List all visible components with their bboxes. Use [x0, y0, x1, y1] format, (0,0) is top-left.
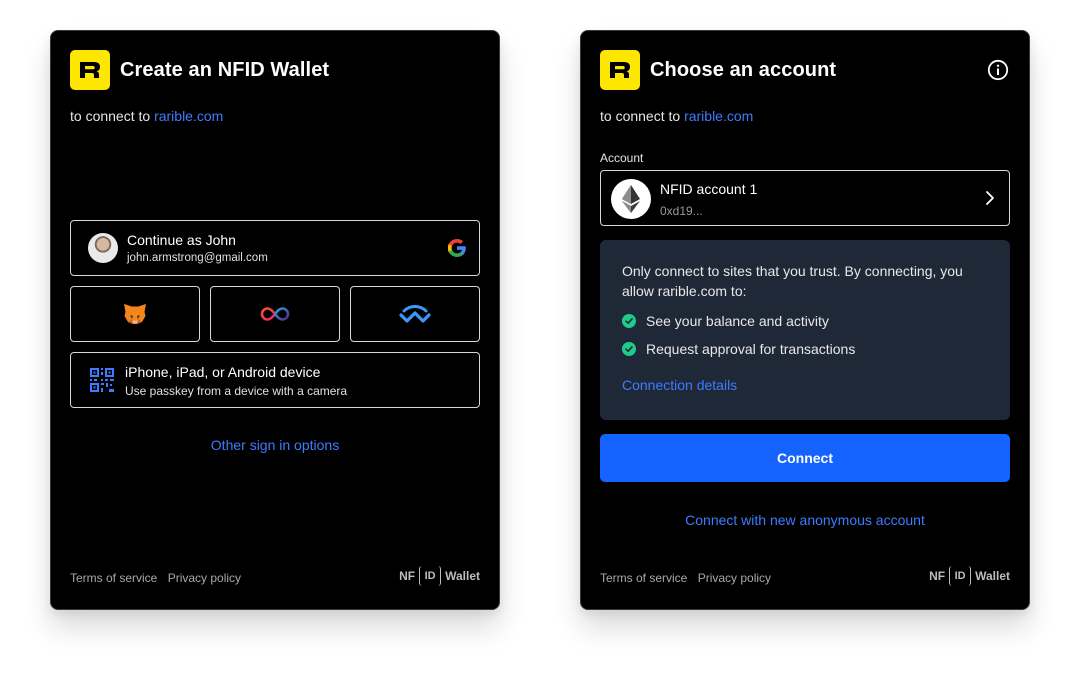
terms-of-service-link[interactable]: Terms of service [600, 571, 687, 585]
rarible-logo-icon [70, 50, 110, 90]
account-address: 0xd19... [660, 204, 703, 218]
subtitle-prefix: to connect to [70, 108, 151, 124]
rarible-logo-icon [600, 50, 640, 90]
page-title: Create an NFID Wallet [120, 59, 330, 81]
google-account-name: Continue as John [127, 232, 236, 248]
rarible-link[interactable]: rarible.com [684, 108, 753, 124]
connection-details-link[interactable]: Connection details [622, 377, 737, 393]
brand-id: ID [949, 566, 972, 586]
footer-links: Terms of service Privacy policy [600, 571, 778, 585]
other-sign-in-options-link[interactable]: Other sign in options [51, 437, 499, 453]
privacy-policy-link[interactable]: Privacy policy [698, 571, 771, 585]
device-subtitle: Use passkey from a device with a camera [125, 384, 348, 398]
nfid-wallet-logo: NF ID Wallet [399, 566, 480, 586]
footer-links: Terms of service Privacy policy [70, 571, 248, 585]
walletconnect-button[interactable] [350, 286, 480, 342]
metamask-button[interactable] [70, 286, 200, 342]
rarible-link[interactable]: rarible.com [154, 108, 223, 124]
walletconnect-icon [399, 305, 431, 323]
brand-id: ID [419, 566, 442, 586]
trust-text: Only connect to sites that you trust. By… [622, 263, 963, 299]
subtitle-prefix: to connect to [600, 108, 681, 124]
choose-account-card: Choose an account to connect to rarible.… [580, 30, 1030, 610]
connect-subtitle: to connect to rarible.com [600, 107, 753, 125]
internet-identity-button[interactable] [210, 286, 340, 342]
terms-of-service-link[interactable]: Terms of service [70, 571, 157, 585]
account-label: Account [600, 151, 644, 165]
metamask-icon [124, 304, 146, 324]
connect-subtitle: to connect to rarible.com [70, 107, 223, 125]
brand-nf: NF [399, 569, 416, 583]
check-icon [622, 342, 636, 356]
permission-label: Request approval for transactions [646, 341, 856, 357]
permission-label: See your balance and activity [646, 313, 829, 329]
connect-button[interactable]: Connect [600, 434, 1010, 482]
ethereum-icon [611, 179, 651, 219]
permissions-notice: Only connect to sites that you trust. By… [600, 240, 1010, 420]
account-selector[interactable]: NFID account 1 0xd19... [600, 170, 1010, 226]
google-account-email: john.armstrong@gmail.com [127, 252, 268, 264]
privacy-policy-link[interactable]: Privacy policy [168, 571, 241, 585]
create-wallet-card: Create an NFID Wallet to connect to rari… [50, 30, 500, 610]
info-icon[interactable] [987, 59, 1009, 81]
nfid-wallet-logo: NF ID Wallet [929, 566, 1010, 586]
chevron-right-icon [986, 191, 994, 205]
avatar [88, 233, 118, 263]
internet-identity-icon [260, 307, 290, 321]
check-icon [622, 314, 636, 328]
brand-wallet: Wallet [445, 569, 480, 583]
continue-with-google-button[interactable]: Continue as John john.armstrong@gmail.co… [70, 220, 480, 276]
anonymous-account-link[interactable]: Connect with new anonymous account [581, 512, 1029, 528]
passkey-device-button[interactable]: iPhone, iPad, or Android device Use pass… [70, 352, 480, 408]
permission-item: See your balance and activity [622, 313, 829, 329]
device-title: iPhone, iPad, or Android device [125, 364, 321, 380]
page-title: Choose an account [650, 59, 837, 81]
brand-nf: NF [929, 569, 946, 583]
account-name: NFID account 1 [660, 181, 758, 197]
permission-item: Request approval for transactions [622, 341, 855, 357]
brand-wallet: Wallet [975, 569, 1010, 583]
google-icon [447, 239, 466, 257]
qr-code-icon [90, 368, 114, 392]
